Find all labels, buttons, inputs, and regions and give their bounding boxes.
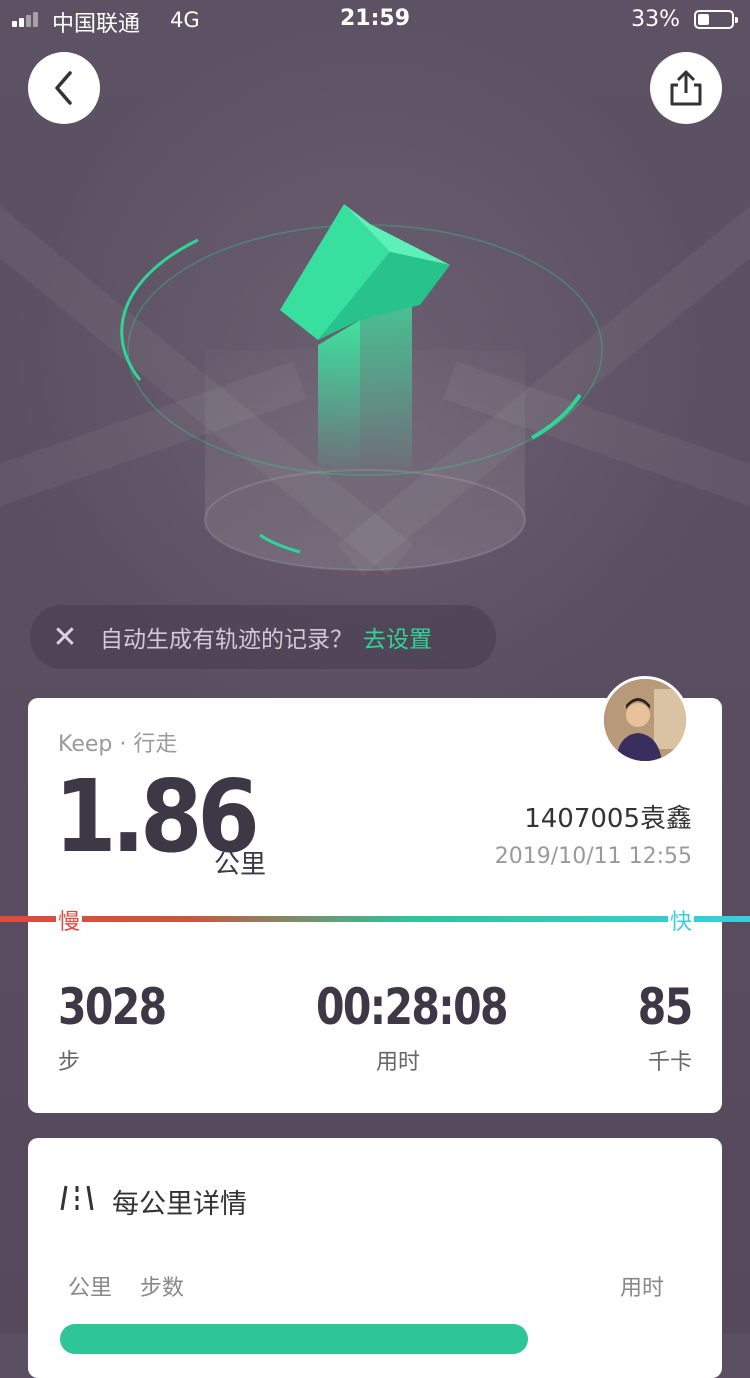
auto-record-text: 自动生成有轨迹的记录？ [100, 627, 353, 653]
calories-stat: 85 千卡 [626, 978, 693, 1076]
achievement-arrow-illustration [120, 204, 603, 571]
back-button[interactable] [28, 52, 100, 124]
duration-label: 用时 [375, 1050, 420, 1075]
road-icon [60, 1185, 94, 1211]
column-header-time: 用时 [619, 1276, 664, 1301]
share-button[interactable] [650, 52, 722, 124]
workout-datetime: 2019/10/11 12:55 [494, 844, 692, 869]
column-header-steps: 步数 [140, 1276, 185, 1301]
per-km-details-card: 每公里详情 公里 步数 用时 [28, 1138, 722, 1378]
calories-value: 85 [638, 978, 693, 1036]
chevron-left-icon [55, 71, 72, 105]
workout-type: Keep · 行走 [58, 732, 178, 757]
duration-stat: 00:28:08 用时 [298, 978, 508, 1076]
pace-fast-label: 快 [667, 904, 694, 936]
pace-slow-label: 慢 [56, 904, 83, 936]
battery-percent: 33% [631, 7, 680, 32]
duration-value: 00:28:08 [316, 978, 508, 1036]
pace-gradient-bar [0, 916, 750, 922]
battery-icon [694, 10, 738, 29]
calories-label: 千卡 [647, 1050, 692, 1075]
avatar[interactable] [601, 676, 689, 764]
avatar-photo [604, 679, 686, 761]
steps-label: 步 [58, 1050, 81, 1075]
column-header-km: 公里 [68, 1276, 113, 1301]
battery-level [698, 14, 709, 25]
workout-summary-card: Keep · 行走 1.86 公里 1407005袁鑫 2019/10/11 1… [0, 676, 750, 1113]
steps-stat: 3028 步 [58, 978, 189, 1076]
share-icon [670, 70, 702, 106]
username: 1407005袁鑫 [524, 804, 692, 834]
go-settings-link[interactable]: 去设置 [363, 620, 432, 654]
close-icon[interactable]: ✕ [30, 620, 100, 655]
steps-value: 3028 [58, 978, 167, 1036]
details-title: 每公里详情 [112, 1189, 247, 1220]
status-bar: 中国联通 4G 21:59 33% [0, 0, 750, 40]
km-pace-bar [60, 1324, 528, 1354]
auto-record-banner: ✕ 自动生成有轨迹的记录？ 去设置 [30, 605, 496, 669]
distance-unit: 公里 [214, 850, 267, 880]
